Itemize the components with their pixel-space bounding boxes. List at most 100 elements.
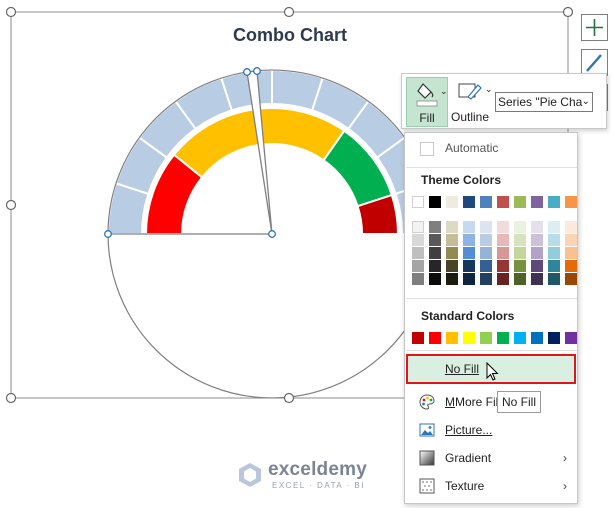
theme-color-swatch[interactable] [480,247,492,259]
standard-color-swatch[interactable] [514,332,526,344]
plus-icon [586,19,603,36]
brush-icon [586,54,602,72]
theme-color-swatch[interactable] [446,247,458,259]
theme-color-swatch[interactable] [514,196,526,208]
theme-color-swatch[interactable] [480,196,492,208]
theme-color-swatch[interactable] [565,247,577,259]
theme-color-swatch[interactable] [446,234,458,246]
gradient-option[interactable]: Gradient › [405,445,577,471]
theme-color-swatch[interactable] [446,260,458,272]
theme-color-swatch[interactable] [531,260,543,272]
standard-color-swatch[interactable] [429,332,441,344]
chevron-right-icon: › [563,451,567,465]
theme-color-swatch[interactable] [463,234,475,246]
chart-resize-handle [5,392,17,404]
theme-color-swatch[interactable] [463,247,475,259]
theme-color-swatch[interactable] [480,234,492,246]
standard-color-swatch[interactable] [412,332,424,344]
theme-color-swatch[interactable] [531,247,543,259]
theme-color-swatch[interactable] [463,273,475,285]
theme-color-swatch[interactable] [429,260,441,272]
theme-color-swatch[interactable] [497,247,509,259]
theme-color-swatch[interactable] [497,273,509,285]
standard-color-swatch[interactable] [548,332,560,344]
theme-color-swatch[interactable] [514,234,526,246]
texture-icon [419,478,435,494]
menu-divider [406,350,577,351]
theme-color-swatch[interactable] [565,221,577,233]
exceldemy-logo-icon [239,463,261,487]
theme-color-swatch[interactable] [480,260,492,272]
theme-color-swatch[interactable] [412,247,424,259]
theme-color-swatch[interactable] [412,273,424,285]
theme-color-swatch[interactable] [497,260,509,272]
theme-color-swatch[interactable] [514,273,526,285]
standard-color-swatch[interactable] [480,332,492,344]
theme-color-swatch[interactable] [514,260,526,272]
standard-color-swatch[interactable] [531,332,543,344]
chart-resize-handle [283,392,295,404]
theme-color-swatch[interactable] [429,221,441,233]
theme-color-swatch[interactable] [446,221,458,233]
exceldemy-watermark: exceldemy EXCEL · DATA · BI [234,459,384,495]
theme-color-swatch[interactable] [531,196,543,208]
texture-option[interactable]: Texture › [405,473,577,499]
theme-color-swatch[interactable] [480,273,492,285]
picture-option[interactable]: Picture... [405,417,577,443]
theme-color-swatch[interactable] [463,260,475,272]
theme-color-swatch[interactable] [565,260,577,272]
no-fill-option[interactable]: No Fill [406,354,576,384]
standard-color-swatch[interactable] [565,332,577,344]
more-fill-colors-option[interactable]: MMore Fill C [405,389,577,415]
outline-button[interactable]: ⌄ [456,78,493,108]
theme-color-swatch[interactable] [463,196,475,208]
paint-bucket-icon [416,83,438,107]
standard-color-swatch[interactable] [446,332,458,344]
no-fill-label: No Fill [445,362,480,376]
theme-color-swatch[interactable] [497,221,509,233]
theme-color-swatch[interactable] [446,196,458,208]
fill-button[interactable]: ⌄ Fill [406,77,448,127]
theme-color-swatch[interactable] [429,234,441,246]
automatic-option[interactable]: Automatic [405,135,577,161]
theme-color-swatch[interactable] [548,273,560,285]
theme-color-swatch[interactable] [429,247,441,259]
theme-color-swatch[interactable] [565,273,577,285]
menu-divider [406,167,577,168]
chart-styles-button[interactable] [581,49,608,76]
no-fill-tooltip: No Fill [497,391,541,413]
theme-color-swatch[interactable] [548,221,560,233]
theme-color-swatch[interactable] [548,234,560,246]
series-select[interactable]: Series "Pie Cha ⌄ [495,92,593,112]
theme-color-swatch[interactable] [412,260,424,272]
theme-color-swatch[interactable] [531,221,543,233]
theme-color-swatch[interactable] [412,196,424,208]
theme-color-swatch[interactable] [446,273,458,285]
gradient-label: Gradient [445,451,492,465]
standard-color-swatch[interactable] [497,332,509,344]
chart-resize-handle [5,6,17,18]
theme-color-swatch[interactable] [497,234,509,246]
theme-color-swatch[interactable] [514,247,526,259]
theme-color-swatch[interactable] [429,196,441,208]
chevron-right-icon: › [563,479,567,493]
theme-color-swatch[interactable] [548,247,560,259]
chart-title[interactable]: Combo Chart [190,25,390,46]
theme-color-swatch[interactable] [565,196,577,208]
automatic-label: Automatic [445,141,499,155]
theme-color-swatch[interactable] [480,221,492,233]
theme-color-swatch[interactable] [412,234,424,246]
theme-color-swatch[interactable] [429,273,441,285]
chart-elements-button[interactable] [581,14,608,41]
theme-color-swatch[interactable] [463,221,475,233]
standard-color-swatch[interactable] [463,332,475,344]
theme-color-swatch[interactable] [531,234,543,246]
theme-color-swatch[interactable] [548,260,560,272]
chevron-down-icon: ⌄ [485,84,493,94]
theme-color-swatch[interactable] [565,234,577,246]
theme-color-swatch[interactable] [412,221,424,233]
theme-color-swatch[interactable] [497,196,509,208]
theme-color-swatch[interactable] [531,273,543,285]
theme-color-swatch[interactable] [514,221,526,233]
theme-color-swatch[interactable] [548,196,560,208]
